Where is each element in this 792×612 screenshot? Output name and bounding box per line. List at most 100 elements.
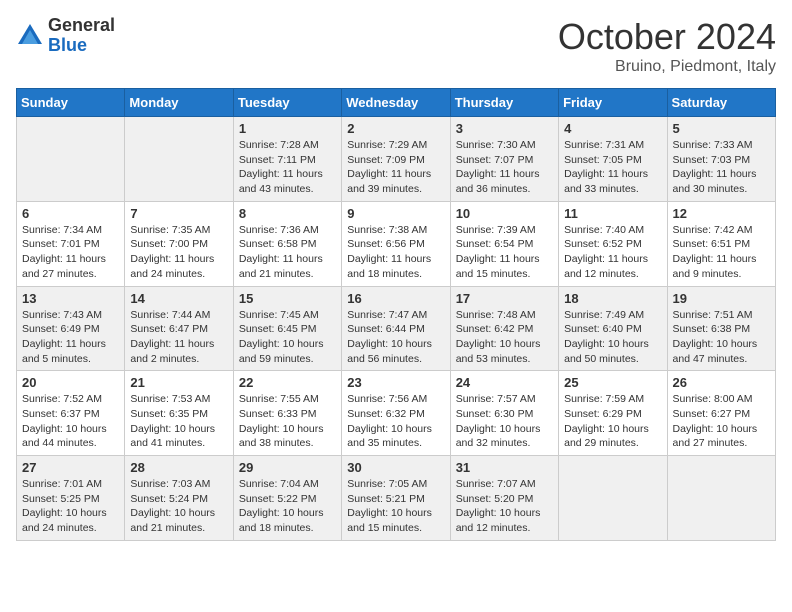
day-number: 17 [456, 291, 553, 306]
day-info: Sunrise: 7:44 AM Sunset: 6:47 PM Dayligh… [130, 308, 227, 367]
day-number: 19 [673, 291, 770, 306]
day-number: 15 [239, 291, 336, 306]
day-number: 30 [347, 460, 444, 475]
calendar-table: SundayMondayTuesdayWednesdayThursdayFrid… [16, 88, 776, 541]
day-info: Sunrise: 7:03 AM Sunset: 5:24 PM Dayligh… [130, 477, 227, 536]
page-header: General Blue October 2024 Bruino, Piedmo… [16, 16, 776, 76]
calendar-cell: 30 Sunrise: 7:05 AM Sunset: 5:21 PM Dayli… [342, 456, 450, 541]
calendar-cell [667, 456, 775, 541]
calendar-cell: 10 Sunrise: 7:39 AM Sunset: 6:54 PM Dayli… [450, 201, 558, 286]
day-info: Sunrise: 7:30 AM Sunset: 7:07 PM Dayligh… [456, 138, 553, 197]
day-number: 7 [130, 206, 227, 221]
calendar-header: SundayMondayTuesdayWednesdayThursdayFrid… [17, 89, 776, 117]
calendar-cell [559, 456, 667, 541]
calendar-cell: 28 Sunrise: 7:03 AM Sunset: 5:24 PM Dayli… [125, 456, 233, 541]
header-wednesday: Wednesday [342, 89, 450, 117]
logo-icon [16, 22, 44, 50]
day-info: Sunrise: 7:29 AM Sunset: 7:09 PM Dayligh… [347, 138, 444, 197]
day-number: 5 [673, 121, 770, 136]
day-number: 20 [22, 375, 119, 390]
logo-general-text: General [48, 16, 115, 36]
calendar-cell: 16Sunrise: 7:47 AM Sunset: 6:44 PM Dayli… [342, 286, 450, 371]
day-info: Sunrise: 7:40 AM Sunset: 6:52 PM Dayligh… [564, 223, 661, 282]
day-info: Sunrise: 7:42 AM Sunset: 6:51 PM Dayligh… [673, 223, 770, 282]
day-info: Sunrise: 7:05 AM Sunset: 5:21 PM Dayligh… [347, 477, 444, 536]
calendar-cell: 12 Sunrise: 7:42 AM Sunset: 6:51 PM Dayli… [667, 201, 775, 286]
calendar-cell [125, 117, 233, 202]
calendar-cell: 4Sunrise: 7:31 AM Sunset: 7:05 PM Daylig… [559, 117, 667, 202]
calendar-body: 1 Sunrise: 7:28 AM Sunset: 7:11 PM Daylig… [17, 117, 776, 541]
day-number: 14 [130, 291, 227, 306]
day-number: 10 [456, 206, 553, 221]
day-number: 22 [239, 375, 336, 390]
calendar-cell: 17 Sunrise: 7:48 AM Sunset: 6:42 PM Dayli… [450, 286, 558, 371]
day-info: Sunrise: 7:49 AM Sunset: 6:40 PM Dayligh… [564, 308, 661, 367]
calendar-week-row: 27 Sunrise: 7:01 AM Sunset: 5:25 PM Dayli… [17, 456, 776, 541]
day-info: Sunrise: 7:35 AM Sunset: 7:00 PM Dayligh… [130, 223, 227, 282]
day-number: 2 [347, 121, 444, 136]
calendar-cell: 25Sunrise: 7:59 AM Sunset: 6:29 PM Dayli… [559, 371, 667, 456]
day-info: Sunrise: 7:55 AM Sunset: 6:33 PM Dayligh… [239, 392, 336, 451]
calendar-cell: 6Sunrise: 7:34 AM Sunset: 7:01 PM Daylig… [17, 201, 125, 286]
calendar-cell: 23 Sunrise: 7:56 AM Sunset: 6:32 PM Dayli… [342, 371, 450, 456]
day-info: Sunrise: 7:04 AM Sunset: 5:22 PM Dayligh… [239, 477, 336, 536]
title-block: October 2024 Bruino, Piedmont, Italy [558, 16, 776, 76]
calendar-week-row: 6Sunrise: 7:34 AM Sunset: 7:01 PM Daylig… [17, 201, 776, 286]
calendar-cell: 3 Sunrise: 7:30 AM Sunset: 7:07 PM Daylig… [450, 117, 558, 202]
header-saturday: Saturday [667, 89, 775, 117]
calendar-cell: 18 Sunrise: 7:49 AM Sunset: 6:40 PM Dayli… [559, 286, 667, 371]
calendar-cell: 9 Sunrise: 7:38 AM Sunset: 6:56 PM Daylig… [342, 201, 450, 286]
day-number: 13 [22, 291, 119, 306]
header-friday: Friday [559, 89, 667, 117]
calendar-cell: 22 Sunrise: 7:55 AM Sunset: 6:33 PM Dayli… [233, 371, 341, 456]
location: Bruino, Piedmont, Italy [558, 58, 776, 76]
day-info: Sunrise: 7:01 AM Sunset: 5:25 PM Dayligh… [22, 477, 119, 536]
day-number: 27 [22, 460, 119, 475]
day-number: 23 [347, 375, 444, 390]
calendar-cell: 1 Sunrise: 7:28 AM Sunset: 7:11 PM Daylig… [233, 117, 341, 202]
calendar-cell: 21Sunrise: 7:53 AM Sunset: 6:35 PM Dayli… [125, 371, 233, 456]
day-info: Sunrise: 7:28 AM Sunset: 7:11 PM Dayligh… [239, 138, 336, 197]
day-info: Sunrise: 7:07 AM Sunset: 5:20 PM Dayligh… [456, 477, 553, 536]
logo: General Blue [16, 16, 115, 56]
day-info: Sunrise: 7:47 AM Sunset: 6:44 PM Dayligh… [347, 308, 444, 367]
calendar-cell: 15 Sunrise: 7:45 AM Sunset: 6:45 PM Dayli… [233, 286, 341, 371]
day-info: Sunrise: 7:57 AM Sunset: 6:30 PM Dayligh… [456, 392, 553, 451]
day-info: Sunrise: 7:52 AM Sunset: 6:37 PM Dayligh… [22, 392, 119, 451]
header-monday: Monday [125, 89, 233, 117]
calendar-cell: 31 Sunrise: 7:07 AM Sunset: 5:20 PM Dayli… [450, 456, 558, 541]
header-thursday: Thursday [450, 89, 558, 117]
calendar-cell: 5 Sunrise: 7:33 AM Sunset: 7:03 PM Daylig… [667, 117, 775, 202]
day-number: 12 [673, 206, 770, 221]
day-number: 4 [564, 121, 661, 136]
day-number: 9 [347, 206, 444, 221]
day-info: Sunrise: 7:38 AM Sunset: 6:56 PM Dayligh… [347, 223, 444, 282]
day-info: Sunrise: 7:33 AM Sunset: 7:03 PM Dayligh… [673, 138, 770, 197]
day-number: 8 [239, 206, 336, 221]
day-info: Sunrise: 7:48 AM Sunset: 6:42 PM Dayligh… [456, 308, 553, 367]
day-info: Sunrise: 7:39 AM Sunset: 6:54 PM Dayligh… [456, 223, 553, 282]
day-info: Sunrise: 7:59 AM Sunset: 6:29 PM Dayligh… [564, 392, 661, 451]
calendar-cell: 24Sunrise: 7:57 AM Sunset: 6:30 PM Dayli… [450, 371, 558, 456]
calendar-cell: 14 Sunrise: 7:44 AM Sunset: 6:47 PM Dayli… [125, 286, 233, 371]
day-info: Sunrise: 7:45 AM Sunset: 6:45 PM Dayligh… [239, 308, 336, 367]
day-info: Sunrise: 7:43 AM Sunset: 6:49 PM Dayligh… [22, 308, 119, 367]
day-info: Sunrise: 7:56 AM Sunset: 6:32 PM Dayligh… [347, 392, 444, 451]
day-number: 29 [239, 460, 336, 475]
calendar-cell: 19Sunrise: 7:51 AM Sunset: 6:38 PM Dayli… [667, 286, 775, 371]
day-number: 18 [564, 291, 661, 306]
calendar-week-row: 1 Sunrise: 7:28 AM Sunset: 7:11 PM Daylig… [17, 117, 776, 202]
header-sunday: Sunday [17, 89, 125, 117]
logo-blue-text: Blue [48, 36, 115, 56]
calendar-cell: 11 Sunrise: 7:40 AM Sunset: 6:52 PM Dayli… [559, 201, 667, 286]
calendar-cell: 7 Sunrise: 7:35 AM Sunset: 7:00 PM Daylig… [125, 201, 233, 286]
day-number: 28 [130, 460, 227, 475]
day-info: Sunrise: 8:00 AM Sunset: 6:27 PM Dayligh… [673, 392, 770, 451]
header-row: SundayMondayTuesdayWednesdayThursdayFrid… [17, 89, 776, 117]
day-number: 21 [130, 375, 227, 390]
day-number: 31 [456, 460, 553, 475]
calendar-cell: 29 Sunrise: 7:04 AM Sunset: 5:22 PM Dayli… [233, 456, 341, 541]
day-number: 1 [239, 121, 336, 136]
day-number: 3 [456, 121, 553, 136]
day-number: 11 [564, 206, 661, 221]
